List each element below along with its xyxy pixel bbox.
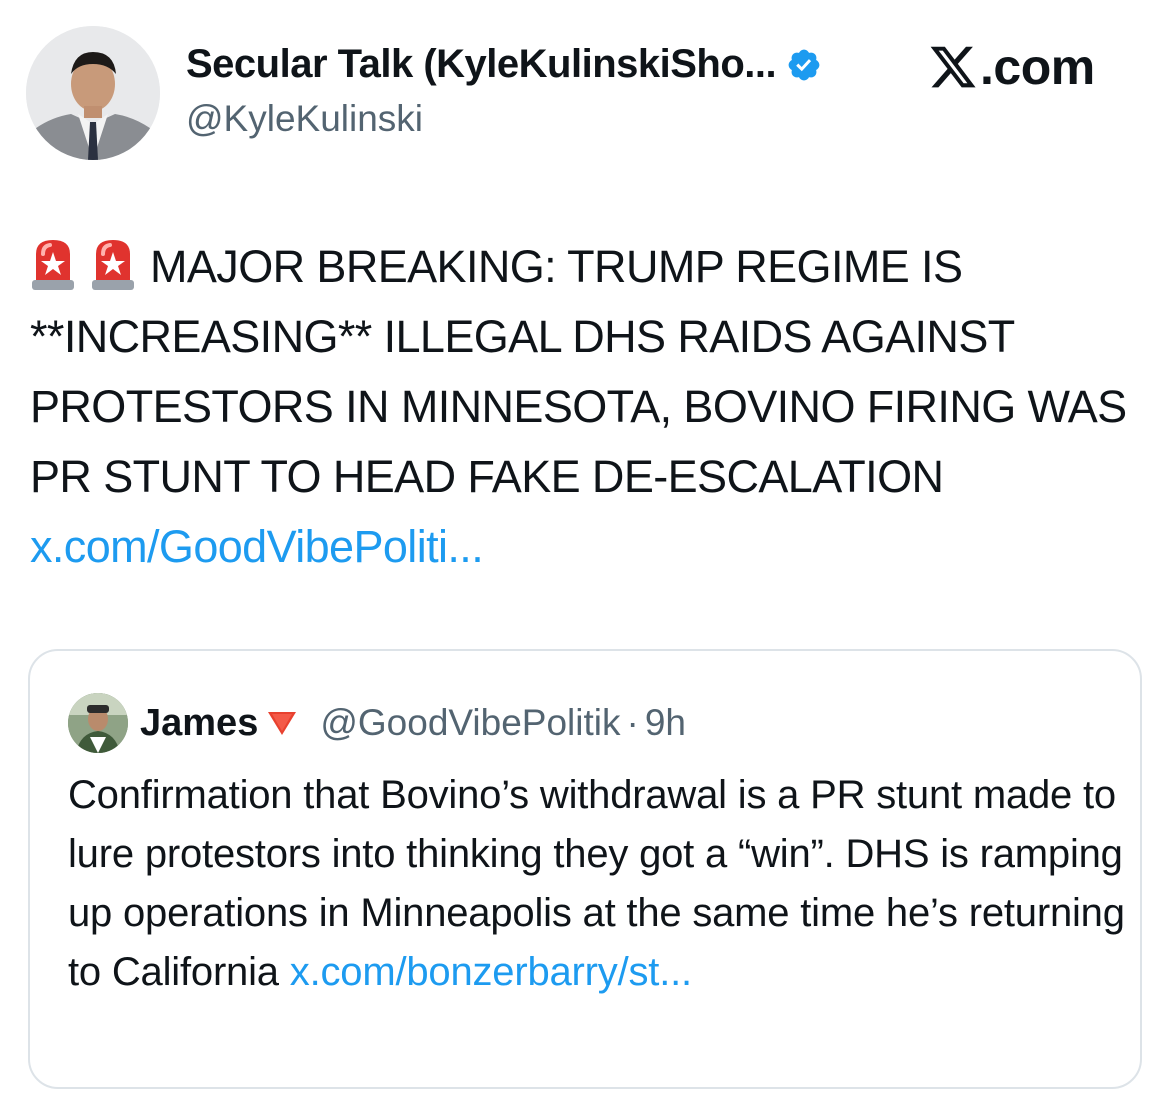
- quoted-tweet-header: James @GoodVibePolitik · 9h: [68, 693, 686, 753]
- x-com-brand: .com: [928, 38, 1095, 96]
- quoted-author-avatar[interactable]: [68, 693, 128, 753]
- quoted-tweet-link[interactable]: x.com/bonzerbarry/st...: [290, 950, 692, 994]
- quoted-author-handle[interactable]: @GoodVibePolitik: [320, 702, 620, 744]
- quoted-tweet[interactable]: James @GoodVibePolitik · 9h Confirmation…: [28, 649, 1142, 1089]
- tweet-link[interactable]: x.com/GoodVibePoliti...: [30, 521, 484, 572]
- separator-dot: ·: [626, 702, 639, 743]
- tweet-body: MAJOR BREAKING: TRUMP REGIME IS **INCREA…: [30, 232, 1140, 582]
- author-handle[interactable]: @KyleKulinski: [186, 98, 423, 140]
- x-com-suffix: .com: [980, 39, 1095, 95]
- quoted-timestamp[interactable]: 9h: [645, 702, 686, 744]
- police-siren-icon: [92, 240, 134, 290]
- police-siren-icon: [32, 240, 74, 290]
- quoted-tweet-body: Confirmation that Bovino’s withdrawal is…: [68, 766, 1128, 1002]
- tweet-text: MAJOR BREAKING: TRUMP REGIME IS **INCREA…: [30, 241, 1127, 502]
- verified-badge-icon: [788, 49, 820, 80]
- author-name-row: Secular Talk (KyleKulinskiSho...: [186, 42, 822, 87]
- quoted-author-name[interactable]: James: [140, 702, 258, 745]
- red-down-triangle-icon: [268, 712, 297, 735]
- tweet-header: Secular Talk (KyleKulinskiSho... @KyleKu…: [26, 26, 1146, 166]
- author-avatar[interactable]: [26, 26, 160, 160]
- author-name[interactable]: Secular Talk (KyleKulinskiSho...: [186, 42, 777, 87]
- x-logo-icon: [930, 46, 976, 88]
